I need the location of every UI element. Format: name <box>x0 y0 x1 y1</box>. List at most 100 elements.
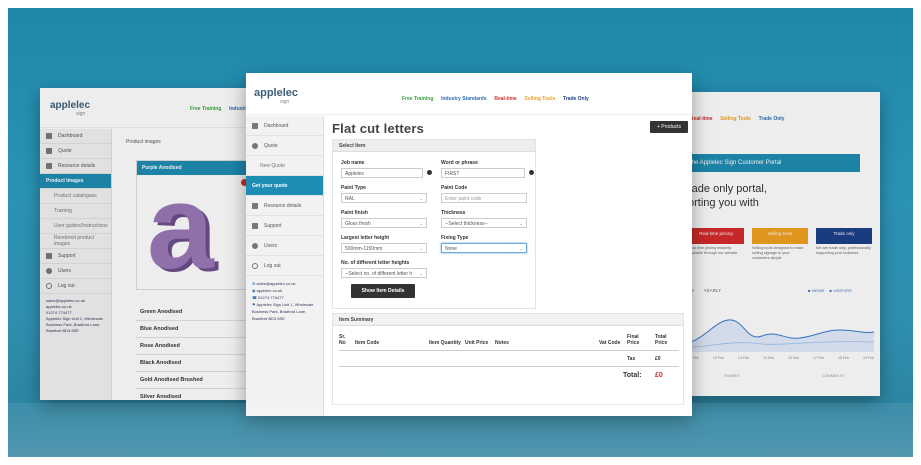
stats-row: SHARES COMMENTS <box>724 374 844 378</box>
sidebar-item-new-quote[interactable]: New Quote <box>246 156 323 176</box>
stat-comments: COMMENTS <box>821 374 844 378</box>
sidebar-item-users[interactable]: Users <box>40 264 111 279</box>
col-item-quantity: Item Quantity <box>429 340 461 346</box>
gear-icon <box>252 222 258 229</box>
tile-trade-only[interactable]: Trade only We are trade only, profession… <box>816 228 872 256</box>
center-contact: ✉ sales@applelec.co.uk ◉ applelec.co.uk … <box>246 276 323 326</box>
list-item[interactable]: Black Anodised <box>136 355 255 372</box>
total-value: £0 <box>655 372 663 379</box>
info-icon[interactable] <box>427 170 432 175</box>
nav-trade-only[interactable]: Trade Only <box>563 96 589 102</box>
chevron-down-icon: ⌄ <box>519 246 523 251</box>
sidebar-item-logout[interactable]: Log out <box>40 279 111 294</box>
summary-header: Item Summary <box>333 314 683 326</box>
mail-icon: ✉ <box>252 281 256 286</box>
sidebar-item-support[interactable]: Support <box>246 216 323 236</box>
letter-heights-count-select[interactable]: --Select no. of different letter h ⌄ <box>341 268 427 278</box>
page-title: Flat cut letters <box>332 121 425 136</box>
nav-real-time[interactable]: Real-time <box>494 96 517 102</box>
tile-selling-tools[interactable]: Selling tools Selling tools designed to … <box>752 228 808 261</box>
logo-subtext: sign <box>280 99 290 105</box>
contact-phone: ☎ 01274 774477 <box>252 295 284 300</box>
select-item-form: Select Item Job name Applelec Word or ph… <box>332 139 536 309</box>
sidebar-item-dashboard[interactable]: Dashboard <box>246 116 323 136</box>
paint-finish-select[interactable]: Gloss finish ⌄ <box>341 218 427 228</box>
stat-shares: SHARES <box>724 374 740 378</box>
show-item-details-button[interactable]: Show Item Details <box>351 284 415 298</box>
x-tick: 13 Feb <box>713 356 724 360</box>
sidebar-item-quote[interactable]: Quote <box>40 144 111 159</box>
tile-text: Real time pricing instantly available th… <box>688 246 738 255</box>
nav-selling-tools[interactable]: Selling Tools <box>720 116 751 122</box>
product-images-window: applelec sign Free Training Industry Das… <box>40 88 255 400</box>
x-tick: 14 Feb <box>738 356 749 360</box>
chevron-down-icon: ⌄ <box>419 221 423 226</box>
background-stage: applelec sign Free Training Industry Das… <box>8 8 913 457</box>
sidebar-item-logout[interactable]: Log out <box>246 256 323 276</box>
tax-label: Tax <box>627 356 636 362</box>
contact-website[interactable]: ◉ applelec.co.uk <box>252 287 317 294</box>
list-item[interactable]: Gold Anodised Brushed <box>136 372 255 389</box>
quote-icon <box>252 142 258 149</box>
left-header: applelec sign Free Training Industry <box>40 88 255 128</box>
tile-text: Selling tools designed to make selling s… <box>752 246 804 260</box>
x-tick: 16 Feb <box>788 356 799 360</box>
nav-free-training[interactable]: Free Training <box>402 96 433 102</box>
folder-icon <box>252 202 258 209</box>
col-total-price: Total Price <box>655 334 668 346</box>
item-summary-table: Item Summary Sr. No Item Code Item Quant… <box>332 313 684 405</box>
nav-selling-tools[interactable]: Selling Tools <box>525 96 556 102</box>
feature-tiles: Real time pricing Real time pricing inst… <box>688 228 878 278</box>
quote-icon <box>46 148 52 154</box>
applelec-logo[interactable]: applelec sign <box>254 87 298 105</box>
nav-industry-standards[interactable]: Industry Standards <box>441 96 487 102</box>
fixing-type-select[interactable]: None ⌄ <box>441 243 527 253</box>
contact-email[interactable]: ✉ sales@applelec.co.uk <box>252 280 317 287</box>
welcome-banner: the Applelec Sign Customer Portal <box>684 154 860 172</box>
sidebar-item-training[interactable]: Training <box>40 204 111 219</box>
paint-type-select[interactable]: RAL ⌄ <box>341 193 427 203</box>
reflection-floor <box>8 403 913 457</box>
thickness-select[interactable]: --Select thickness-- ⌄ <box>441 218 527 228</box>
left-content-title: Product images <box>126 139 161 145</box>
sidebar-item-users[interactable]: Users <box>246 236 323 256</box>
sidebar-item-rendered[interactable]: Rendered product images <box>40 234 111 249</box>
tile-text: We are trade only, professionally suppor… <box>816 246 871 255</box>
word-phrase-input[interactable]: FIRST <box>441 168 525 178</box>
sidebar-item-get-quote[interactable]: Get your quote <box>246 176 323 196</box>
power-icon <box>252 262 258 269</box>
hero-line-2: orting you with <box>688 197 759 209</box>
applelec-logo: applelec sign <box>50 100 90 117</box>
sidebar-item-resource[interactable]: Resource details <box>246 196 323 216</box>
job-name-input[interactable]: Applelec <box>341 168 423 178</box>
sidebar-item-guides[interactable]: User guides/Instructions <box>40 219 111 234</box>
info-icon[interactable] <box>529 170 534 175</box>
letter-height-select[interactable]: 500mm-1150mm ⌄ <box>341 243 427 253</box>
left-contact: sales@applelec.co.uk applelec.co.uk 0127… <box>40 294 111 338</box>
sidebar-item-dashboard[interactable]: Dashboard <box>40 129 111 144</box>
tile-title: Selling tools <box>752 228 808 244</box>
sidebar-item-catalogues[interactable]: Product catalogues <box>40 189 111 204</box>
nav-free-training[interactable]: Free Training <box>190 106 221 112</box>
sidebar-item-product-images[interactable]: Product Images <box>40 174 111 189</box>
sidebar-item-support[interactable]: Support <box>40 249 111 264</box>
list-item[interactable]: Rose Anodised <box>136 338 255 355</box>
col-notes: Notes <box>495 340 509 346</box>
list-item[interactable]: Silver Anodised <box>136 389 255 400</box>
nav-real-time[interactable]: Real-time <box>690 116 713 122</box>
list-item[interactable]: Green Anodised <box>136 304 255 321</box>
products-button[interactable]: + Products <box>650 121 688 133</box>
tab-yearly[interactable]: YEARLY <box>704 288 721 293</box>
nav-trade-only[interactable]: Trade Only <box>759 116 785 122</box>
chevron-down-icon: ⌄ <box>419 271 423 276</box>
paint-code-input[interactable]: Enter paint code <box>441 193 527 203</box>
sidebar-item-resource[interactable]: Resource details <box>40 159 111 174</box>
sidebar-item-quote[interactable]: Quote <box>246 136 323 156</box>
job-name-label: Job name <box>341 160 365 166</box>
table-divider <box>339 350 679 351</box>
list-item[interactable]: Blue Anodised <box>136 321 255 338</box>
tile-real-time[interactable]: Real time pricing Real time pricing inst… <box>688 228 744 256</box>
contact-address: ⚑ Applelec Sign Unit 1, Wholesale Busine… <box>252 302 314 321</box>
purple-letter-image: a <box>147 160 214 294</box>
col-item-code: Item Code <box>355 340 380 346</box>
